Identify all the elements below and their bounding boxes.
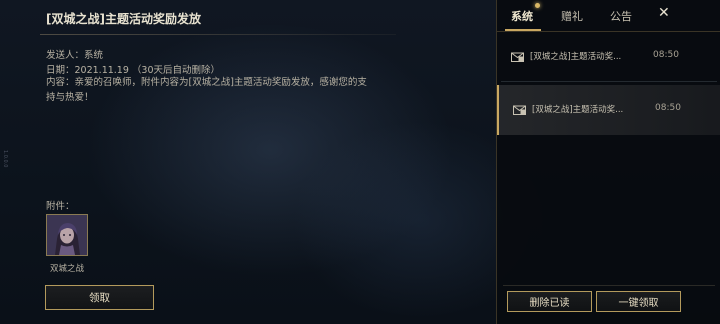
mail-row-time: 08:50 xyxy=(653,50,679,60)
claim-all-button[interactable]: 一键领取 xyxy=(596,291,681,312)
mail-content: 内容：亲爱的召唤师，附件内容为[双城之战]主题活动奖励发放，感谢您的支持与热爱！ xyxy=(46,77,367,103)
mail-detail-panel: 1.0.0.0 [双城之战]主题活动奖励发放 发送人：系统 日期：2021.11… xyxy=(0,0,496,324)
mail-gift-icon xyxy=(511,52,524,62)
mail-title: [双城之战]主题活动奖励发放 xyxy=(46,12,201,26)
tab-notice[interactable]: 公告 xyxy=(610,8,632,24)
mail-sender: 发送人：系统 xyxy=(46,50,104,61)
mail-list-panel: 系统 赠礼 公告 ✕ [双城之战]主题活动奖... 08:50 [双城之战]主题… xyxy=(496,0,720,324)
attachment-name: 双城之战 xyxy=(49,264,84,274)
attachment-item[interactable] xyxy=(46,214,88,256)
mail-row-title: [双城之战]主题活动奖... xyxy=(530,52,622,62)
notification-dot xyxy=(535,3,540,8)
title-divider xyxy=(40,34,396,35)
mail-row-title: [双城之战]主题活动奖... xyxy=(532,105,624,115)
version-text: 1.0.0.0 xyxy=(2,150,8,168)
mail-row-time: 08:50 xyxy=(655,103,681,113)
list-item-selected[interactable]: [双城之战]主题活动奖... 08:50 xyxy=(497,85,720,135)
tab-gift[interactable]: 赠礼 xyxy=(561,8,583,24)
tab-bar: 系统 赠礼 公告 ✕ xyxy=(497,0,720,32)
delete-read-button[interactable]: 删除已读 xyxy=(507,291,592,312)
claim-button[interactable]: 领取 xyxy=(45,285,154,310)
mail-date: 日期：2021.11.19 （30天后自动删除） xyxy=(46,65,221,76)
row-divider xyxy=(501,81,717,82)
champion-portrait-icon xyxy=(47,215,87,255)
tab-system[interactable]: 系统 xyxy=(511,8,533,24)
close-icon[interactable]: ✕ xyxy=(658,5,670,21)
mail-gift-icon xyxy=(513,105,526,115)
list-item[interactable]: [双城之战]主题活动奖... 08:50 xyxy=(497,32,720,82)
footer-divider xyxy=(503,285,715,286)
attachments-label: 附件： xyxy=(46,201,75,212)
